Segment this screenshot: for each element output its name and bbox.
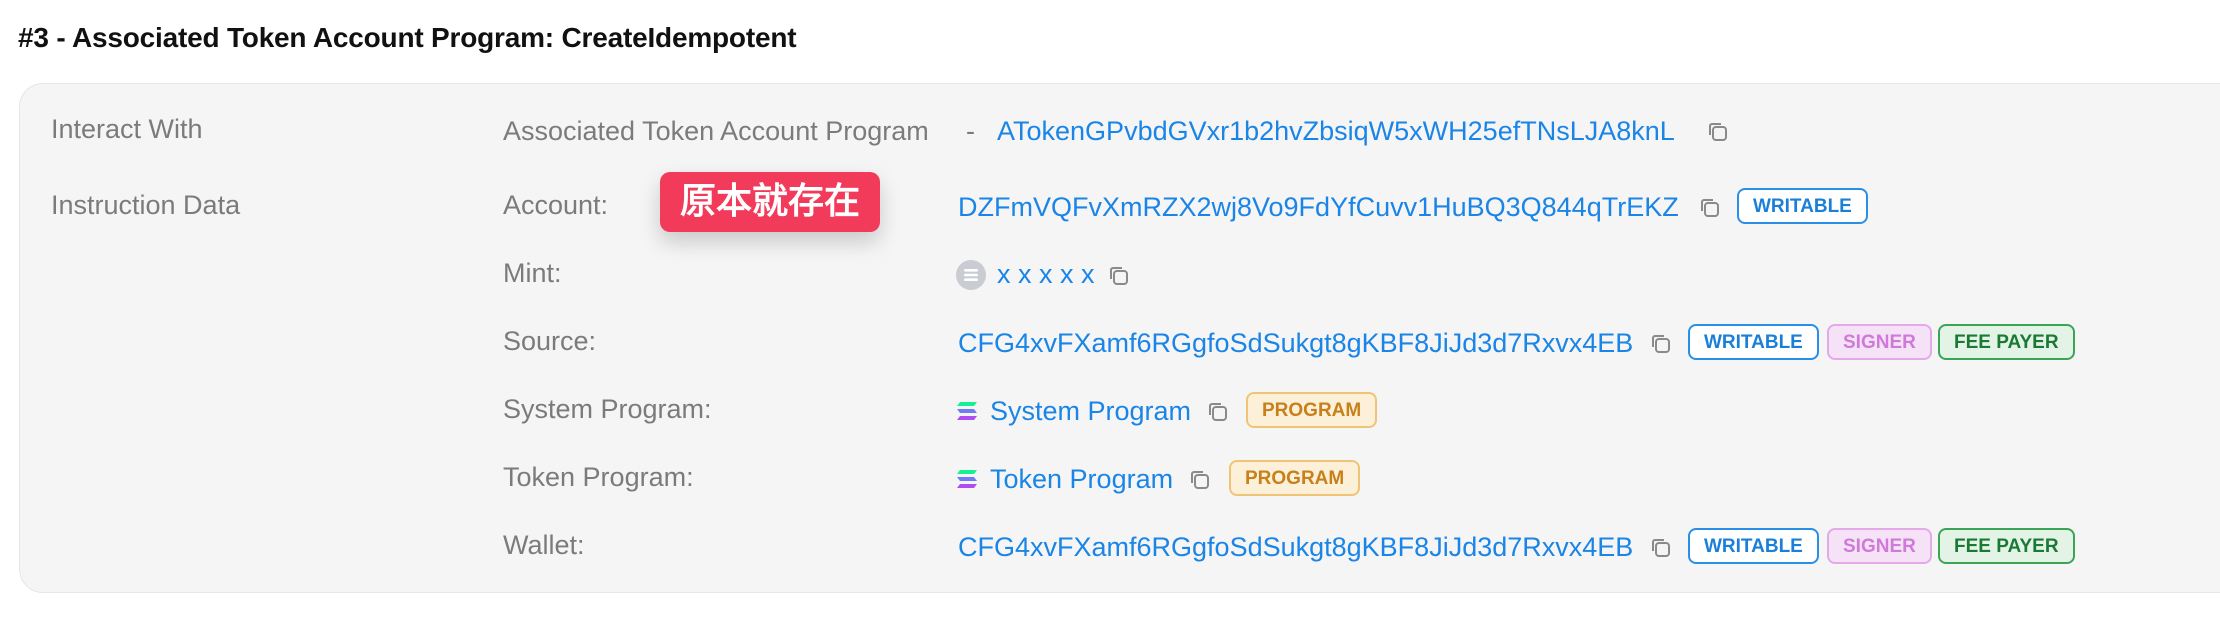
wallet-label: Wallet: bbox=[503, 530, 585, 560]
signer-badge: SIGNER bbox=[1827, 528, 1932, 564]
account-address-link[interactable]: DZFmVQFvXmRZX2wj8Vo9FdYfCuvv1HuBQ3Q844qT… bbox=[958, 192, 1679, 223]
wallet-address-link[interactable]: CFG4xvFXamf6RGgfoSdSukgt8gKBF8JiJd3d7Rxv… bbox=[958, 532, 1633, 563]
fee-payer-badge: FEE PAYER bbox=[1938, 324, 2075, 360]
signer-badge: SIGNER bbox=[1827, 324, 1932, 360]
source-label: Source: bbox=[503, 326, 597, 356]
system-program-label: System Program: bbox=[503, 394, 712, 424]
program-address-link[interactable]: ATokenGPvbdGVxr1b2hvZbsiqW5xWH25efTNsLJA… bbox=[997, 116, 1675, 147]
solana-icon bbox=[957, 402, 977, 420]
writable-badge: WRITABLE bbox=[1737, 188, 1868, 224]
copy-icon[interactable] bbox=[1698, 196, 1722, 220]
section-title: #3 - Associated Token Account Program: C… bbox=[18, 22, 797, 53]
copy-icon[interactable] bbox=[1188, 468, 1212, 492]
token-program-label: Token Program: bbox=[503, 462, 694, 492]
solana-icon bbox=[957, 470, 977, 488]
token-icon bbox=[956, 260, 986, 290]
program-name: Associated Token Account Program bbox=[503, 116, 929, 146]
program-badge: PROGRAM bbox=[1229, 460, 1361, 496]
interact-with-label: Interact With bbox=[51, 114, 203, 144]
copy-icon[interactable] bbox=[1107, 264, 1131, 288]
annotation-tag: 原本就存在 bbox=[660, 172, 881, 232]
copy-icon[interactable] bbox=[1649, 536, 1673, 560]
separator: - bbox=[966, 116, 975, 146]
source-address-link[interactable]: CFG4xvFXamf6RGgfoSdSukgt8gKBF8JiJd3d7Rxv… bbox=[958, 328, 1633, 359]
account-label: Account: bbox=[503, 190, 609, 220]
instruction-data-label: Instruction Data bbox=[51, 190, 241, 220]
system-program-link[interactable]: System Program bbox=[990, 396, 1191, 427]
copy-icon[interactable] bbox=[1206, 400, 1230, 424]
token-program-link[interactable]: Token Program bbox=[990, 464, 1173, 495]
writable-badge: WRITABLE bbox=[1688, 324, 1819, 360]
mint-link[interactable]: x x x x x bbox=[997, 259, 1095, 290]
writable-badge: WRITABLE bbox=[1688, 528, 1819, 564]
program-badge: PROGRAM bbox=[1246, 392, 1378, 428]
copy-icon[interactable] bbox=[1649, 332, 1673, 356]
copy-icon[interactable] bbox=[1706, 120, 1730, 144]
mint-label: Mint: bbox=[503, 258, 562, 288]
fee-payer-badge: FEE PAYER bbox=[1938, 528, 2075, 564]
